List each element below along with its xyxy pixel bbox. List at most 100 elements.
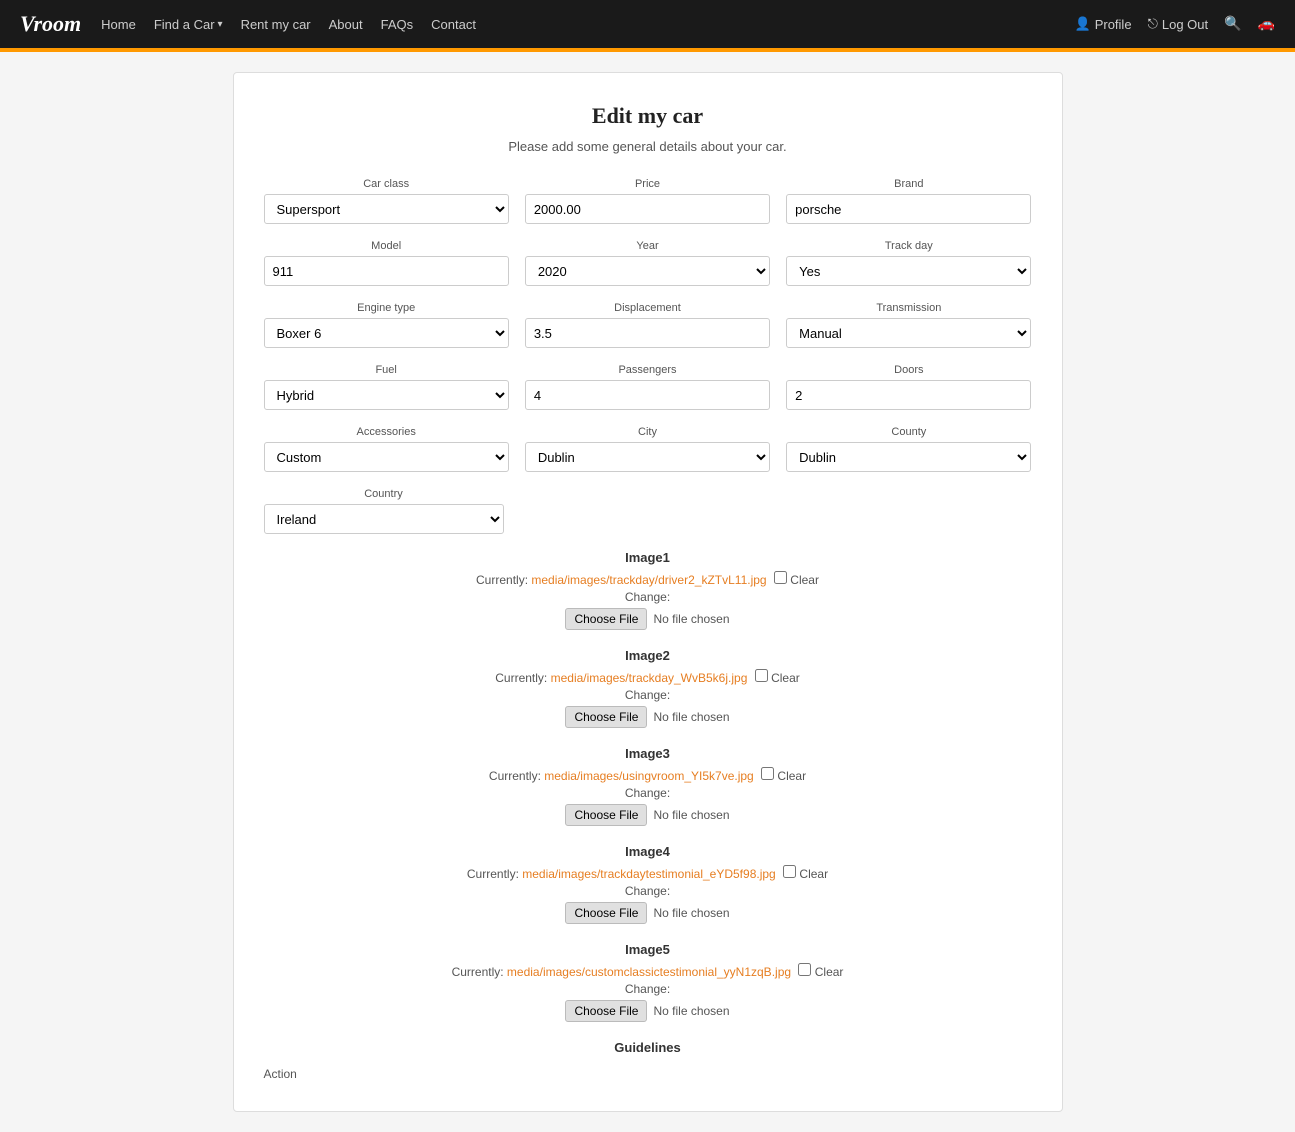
doors-label: Doors — [786, 364, 1031, 376]
nav-contact[interactable]: Contact — [431, 17, 476, 32]
year-label: Year — [525, 240, 770, 252]
image-1-clear-checkbox[interactable] — [774, 571, 787, 584]
model-input[interactable] — [264, 256, 509, 286]
user-icon — [1075, 16, 1091, 32]
country-label: Country — [264, 488, 504, 500]
navbar-left: Vroom Home Find a Car Rent my car About … — [20, 11, 476, 37]
image-4-link[interactable]: media/images/trackdaytestimonial_eYD5f98… — [522, 867, 775, 881]
accessories-select[interactable]: Custom — [264, 442, 509, 472]
fuel-label: Fuel — [264, 364, 509, 376]
nav-rent-my-car[interactable]: Rent my car — [241, 17, 311, 32]
engine-type-select[interactable]: Boxer 6 — [264, 318, 509, 348]
fuel-select[interactable]: Hybrid — [264, 380, 509, 410]
row-car-class-price-brand: Car class Supersport Price Brand — [264, 178, 1032, 224]
image-4-currently: Currently: media/images/trackdaytestimon… — [264, 865, 1032, 881]
nav-about[interactable]: About — [329, 17, 363, 32]
image-3-file-row: Choose File No file chosen — [264, 804, 1032, 826]
image-5-link[interactable]: media/images/customclassictestimonial_yy… — [507, 965, 791, 979]
nav-home[interactable]: Home — [101, 17, 136, 32]
transmission-select[interactable]: Manual — [786, 318, 1031, 348]
track-day-label: Track day — [786, 240, 1031, 252]
image-2-clear-checkbox[interactable] — [755, 669, 768, 682]
image-4-clear-checkbox[interactable] — [783, 865, 796, 878]
main-content: Edit my car Please add some general deta… — [0, 52, 1295, 1132]
image-2-change-label: Change: — [264, 688, 1032, 702]
city-select[interactable]: Dublin — [525, 442, 770, 472]
col-brand: Brand — [786, 178, 1031, 224]
passengers-input[interactable] — [525, 380, 770, 410]
guidelines-label: Guidelines — [264, 1040, 1032, 1055]
nav-faqs[interactable]: FAQs — [381, 17, 414, 32]
row-fuel-passengers-doors: Fuel Hybrid Passengers Doors — [264, 364, 1032, 410]
profile-label: Profile — [1095, 17, 1132, 32]
image-2-currently-label: Currently: — [495, 671, 547, 685]
image-3-currently-label: Currently: — [489, 769, 541, 783]
image-4-choose-file-btn[interactable]: Choose File — [565, 902, 647, 924]
image-2-no-file: No file chosen — [653, 710, 729, 724]
col-city: City Dublin — [525, 426, 770, 472]
navbar: Vroom Home Find a Car Rent my car About … — [0, 0, 1295, 48]
image-1-title: Image1 — [264, 550, 1032, 565]
col-passengers: Passengers — [525, 364, 770, 410]
image-2-file-row: Choose File No file chosen — [264, 706, 1032, 728]
col-transmission: Transmission Manual — [786, 302, 1031, 348]
image-3-link[interactable]: media/images/usingvroom_YI5k7ve.jpg — [544, 769, 753, 783]
track-day-select[interactable]: Yes — [786, 256, 1031, 286]
navbar-right: Profile Log Out — [1075, 15, 1275, 33]
row-country: Country Ireland — [264, 488, 1032, 534]
image-4-change-label: Change: — [264, 884, 1032, 898]
image-3-clear-label: Clear — [777, 769, 806, 783]
image-1-change-label: Change: — [264, 590, 1032, 604]
col-year: Year 2020 — [525, 240, 770, 286]
search-icon — [1224, 15, 1241, 32]
logout-link[interactable]: Log Out — [1148, 16, 1209, 32]
image-5-choose-file-btn[interactable]: Choose File — [565, 1000, 647, 1022]
doors-input[interactable] — [786, 380, 1031, 410]
image-1-link[interactable]: media/images/trackday/driver2_kZTvL11.jp… — [531, 573, 766, 587]
image-5-clear-checkbox[interactable] — [798, 963, 811, 976]
image-1-section: Image1 Currently: media/images/trackday/… — [264, 550, 1032, 630]
price-input[interactable] — [525, 194, 770, 224]
image-2-currently: Currently: media/images/trackday_WvB5k6j… — [264, 669, 1032, 685]
displacement-label: Displacement — [525, 302, 770, 314]
image-4-file-row: Choose File No file chosen — [264, 902, 1032, 924]
county-select[interactable]: Dublin — [786, 442, 1031, 472]
image-2-title: Image2 — [264, 648, 1032, 663]
car-nav-button[interactable] — [1258, 15, 1275, 33]
car-class-select[interactable]: Supersport — [264, 194, 509, 224]
image-2-clear-label: Clear — [771, 671, 800, 685]
col-county: County Dublin — [786, 426, 1031, 472]
row-accessories-city-county: Accessories Custom City Dublin County Du… — [264, 426, 1032, 472]
engine-type-label: Engine type — [264, 302, 509, 314]
year-select[interactable]: 2020 — [525, 256, 770, 286]
action-label: Action — [264, 1067, 1032, 1081]
nav-find-a-car[interactable]: Find a Car — [154, 17, 223, 32]
col-fuel: Fuel Hybrid — [264, 364, 509, 410]
image-1-file-row: Choose File No file chosen — [264, 608, 1032, 630]
car-class-label: Car class — [264, 178, 509, 190]
passengers-label: Passengers — [525, 364, 770, 376]
logout-icon — [1148, 16, 1158, 32]
col-car-class: Car class Supersport — [264, 178, 509, 224]
image-2-link[interactable]: media/images/trackday_WvB5k6j.jpg — [551, 671, 748, 685]
search-button[interactable] — [1224, 15, 1241, 33]
country-select[interactable]: Ireland — [264, 504, 504, 534]
image-3-clear-checkbox[interactable] — [761, 767, 774, 780]
price-label: Price — [525, 178, 770, 190]
image-2-choose-file-btn[interactable]: Choose File — [565, 706, 647, 728]
image-3-currently: Currently: media/images/usingvroom_YI5k7… — [264, 767, 1032, 783]
displacement-input[interactable] — [525, 318, 770, 348]
image-3-change-label: Change: — [264, 786, 1032, 800]
image-5-file-row: Choose File No file chosen — [264, 1000, 1032, 1022]
model-label: Model — [264, 240, 509, 252]
brand-logo[interactable]: Vroom — [20, 11, 81, 37]
profile-link[interactable]: Profile — [1075, 16, 1132, 32]
col-track-day: Track day Yes — [786, 240, 1031, 286]
brand-input[interactable] — [786, 194, 1031, 224]
accessories-label: Accessories — [264, 426, 509, 438]
image-1-no-file: No file chosen — [653, 612, 729, 626]
image-5-currently-label: Currently: — [452, 965, 504, 979]
image-5-currently: Currently: media/images/customclassictes… — [264, 963, 1032, 979]
image-3-choose-file-btn[interactable]: Choose File — [565, 804, 647, 826]
image-1-choose-file-btn[interactable]: Choose File — [565, 608, 647, 630]
